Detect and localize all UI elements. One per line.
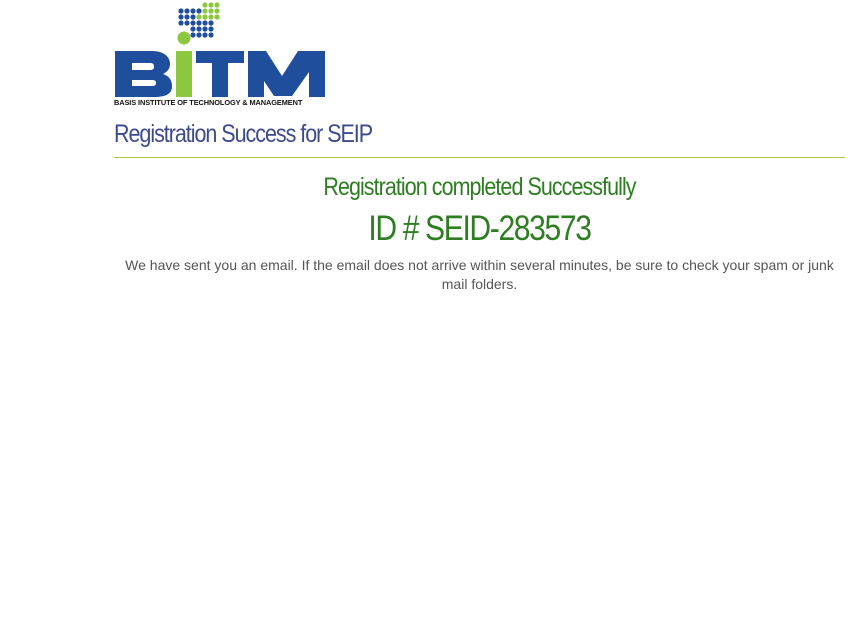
logo-letter-t xyxy=(196,51,244,97)
logo-letter-b xyxy=(115,51,172,97)
page-title: Registration Success for SEIP xyxy=(114,120,373,148)
bitm-logo: BASIS INSTITUTE OF TECHNOLOGY & MANAGEME… xyxy=(114,0,329,112)
title-divider xyxy=(114,157,845,158)
logo-tagline: BASIS INSTITUTE OF TECHNOLOGY & MANAGEME… xyxy=(114,98,303,107)
email-notice: We have sent you an email. If the email … xyxy=(125,257,834,292)
registration-id: ID # SEID-283573 xyxy=(368,209,592,248)
success-heading: Registration completed Successfully xyxy=(323,173,636,201)
logo-letter-i xyxy=(176,51,192,97)
logo-dot-grid xyxy=(177,2,220,45)
success-message-panel: Registration completed Successfully ID #… xyxy=(114,170,845,294)
logo-letter-m xyxy=(248,51,325,97)
bitm-logo-graphic xyxy=(115,2,325,97)
